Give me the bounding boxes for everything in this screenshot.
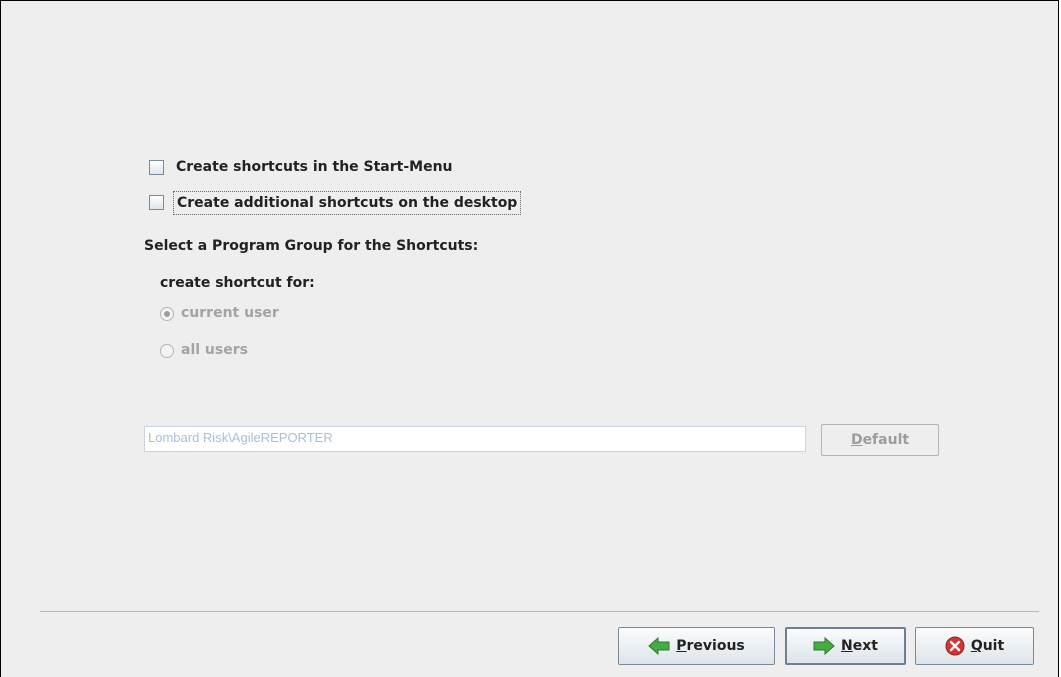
quit-button-label: Quit [971,638,1004,654]
program-group-heading: Select a Program Group for the Shortcuts… [144,238,479,254]
quit-rest: uit [982,638,1005,654]
next-button-label: Next [841,638,878,654]
arrow-right-icon [813,637,835,655]
default-rest: efault [862,432,910,448]
previous-rest: revious [686,638,745,654]
previous-button[interactable]: Previous [618,627,775,665]
arrow-left-icon [648,637,670,655]
footer-separator [40,611,1039,612]
create-shortcut-for-label: create shortcut for: [160,275,315,291]
installer-panel: Create shortcuts in the Start-Menu Creat… [0,0,1059,677]
previous-button-label: Previous [676,638,745,654]
radio-selected-dot [164,311,170,317]
next-rest: ext [852,638,878,654]
quit-button[interactable]: Quit [915,627,1034,665]
previous-mnemonic: P [676,638,687,654]
next-button[interactable]: Next [785,627,906,665]
current-user-label[interactable]: current user [181,305,279,321]
default-button-label: Default [851,432,909,448]
all-users-radio[interactable] [160,344,174,358]
next-mnemonic: N [841,638,853,654]
default-mnemonic: D [850,432,863,448]
desktop-shortcut-label[interactable]: Create additional shortcuts on the deskt… [173,191,522,215]
default-button[interactable]: Default [821,424,939,456]
start-menu-checkbox[interactable] [149,160,164,175]
program-group-path-input[interactable]: Lombard Risk\AgileREPORTER [144,426,806,452]
current-user-radio[interactable] [160,307,174,321]
desktop-shortcut-checkbox[interactable] [149,195,164,210]
quit-mnemonic: Q [970,638,983,654]
start-menu-label[interactable]: Create shortcuts in the Start-Menu [176,159,453,175]
all-users-label[interactable]: all users [181,342,248,358]
quit-x-icon [945,636,965,656]
